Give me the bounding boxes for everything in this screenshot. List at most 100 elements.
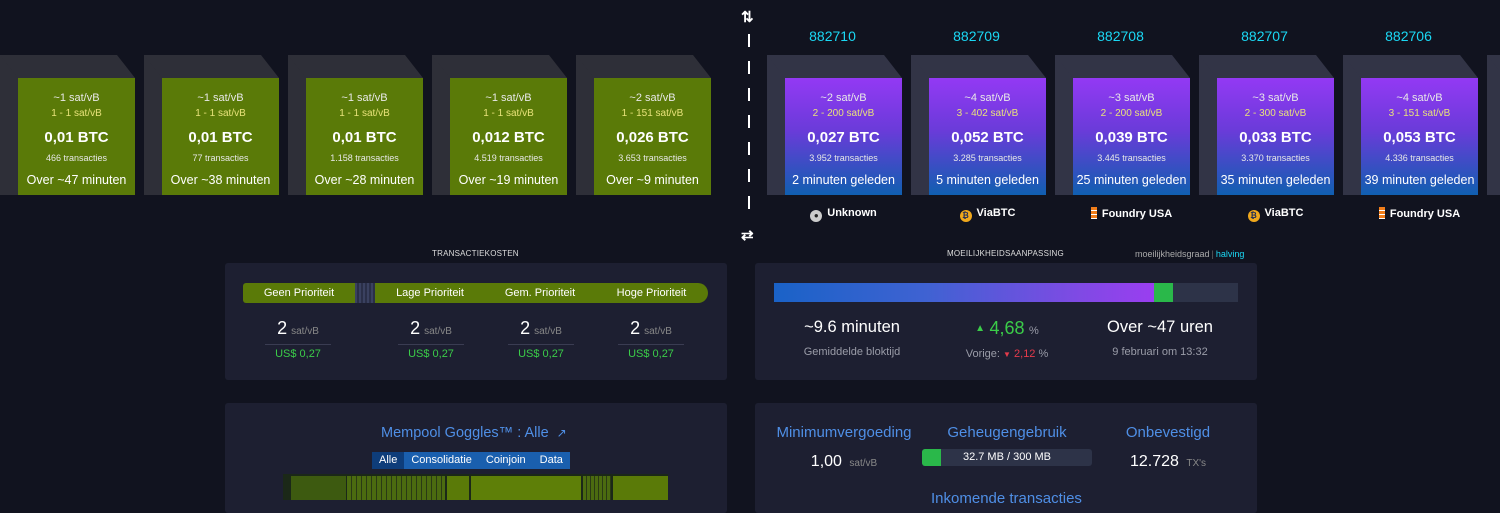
incoming-transactions-label: Inkomende transacties (931, 490, 1082, 507)
eta: Over ~19 minuten (458, 173, 559, 187)
fee-range: 3 - 402 sat/vB (956, 108, 1019, 119)
total-fees: 0,01 BTC (332, 129, 397, 146)
fee-range: 1 - 1 sat/vB (51, 108, 102, 119)
median-fee: ~2 sat/vB (820, 92, 867, 104)
block-face: ~2 sat/vB 2 - 200 sat/vB 0,027 BTC 3.952… (785, 78, 902, 195)
median-fee: ~4 sat/vB (964, 92, 1011, 104)
confirmed-block[interactable]: ~4 sat/vB 3 - 402 sat/vB 0,052 BTC 3.285… (911, 55, 1046, 195)
median-fee: ~4 sat/vB (1396, 92, 1443, 104)
confirmed-block[interactable]: ~4 sat/vB 3 - 151 sat/vB 0,053 BTC 4.336… (1343, 55, 1478, 195)
tab-consolidation[interactable]: Consolidatie (404, 452, 479, 469)
difficulty-links: moeilijkheidsgraad | halving (1135, 249, 1245, 259)
eta: Over ~28 minuten (314, 173, 415, 187)
eta: Over ~47 minuten (26, 173, 127, 187)
fee-range: 3 - 151 sat/vB (1388, 108, 1451, 119)
block-height-link[interactable]: 882709 (918, 28, 1035, 44)
tab-data[interactable]: Data (533, 452, 570, 469)
block-height-link[interactable]: 882707 (1206, 28, 1323, 44)
foundry-icon (1090, 207, 1097, 219)
block-face: ~1 sat/vB 1 - 1 sat/vB 0,01 BTC 466 tran… (18, 78, 135, 195)
mining-pool-link[interactable]: ₿ ViaBTC (1217, 207, 1334, 222)
total-fees: 0,039 BTC (1095, 129, 1168, 146)
median-fee: ~3 sat/vB (1252, 92, 1299, 104)
confirmed-block[interactable]: ~2 sat/vB 2 - 200 sat/vB 0,027 BTC 3.952… (767, 55, 902, 195)
foundry-icon (1378, 207, 1385, 219)
mining-pool-link[interactable]: ₿ ViaBTC (929, 207, 1046, 222)
confirmed-block-partial[interactable] (1487, 55, 1500, 195)
total-fees: 0,052 BTC (951, 129, 1024, 146)
total-fees: 0,01 BTC (188, 129, 253, 146)
mempool-block[interactable]: ~1 sat/vB 1 - 1 sat/vB 0,012 BTC 4.519 t… (432, 55, 567, 195)
total-fees: 0,012 BTC (472, 129, 545, 146)
fee-value-low: 2 sat/vB US$ 0,27 (386, 318, 476, 360)
fees-title: TRANSACTIEKOSTEN (432, 249, 519, 258)
toggle-view-icon[interactable]: ⇅ (741, 8, 754, 26)
difficulty-change: ▲ 4,68 % Vorige: ▼ 2,12 % (965, 318, 1049, 360)
mempool-block[interactable]: ~1 sat/vB 1 - 1 sat/vB 0,01 BTC 466 tran… (0, 55, 135, 195)
tab-coinjoin[interactable]: Coinjoin (479, 452, 533, 469)
swap-direction-icon[interactable]: ⇄ (741, 226, 754, 244)
tx-count: 4.336 transacties (1385, 153, 1454, 163)
tx-count: 3.653 transacties (618, 153, 687, 163)
block-age: 39 minuten geleden (1364, 173, 1475, 187)
memory-usage-stat: Geheugengebruik 32.7 MB / 300 MB (922, 424, 1092, 466)
mining-pool-link[interactable]: ● Unknown (785, 207, 902, 222)
tx-count: 3.445 transacties (1097, 153, 1166, 163)
block-face: ~2 sat/vB 1 - 151 sat/vB 0,026 BTC 3.653… (594, 78, 711, 195)
unconfirmed-stat: Onbevestigd 12.728 TX's (1125, 424, 1211, 470)
difficulty-ahead-fill (1154, 283, 1174, 302)
fee-value-high: 2 sat/vB US$ 0,27 (606, 318, 696, 360)
tx-count: 3.952 transacties (809, 153, 878, 163)
confirmed-block[interactable]: ~3 sat/vB 2 - 300 sat/vB 0,033 BTC 3.370… (1199, 55, 1334, 195)
total-fees: 0,033 BTC (1239, 129, 1312, 146)
total-fees: 0,026 BTC (616, 129, 689, 146)
block-face: ~1 sat/vB 1 - 1 sat/vB 0,01 BTC 1.158 tr… (306, 78, 423, 195)
total-fees: 0,053 BTC (1383, 129, 1456, 146)
block-height-link[interactable]: 882708 (1062, 28, 1179, 44)
memory-usage-bar: 32.7 MB / 300 MB (922, 449, 1092, 466)
mempool-block[interactable]: ~1 sat/vB 1 - 1 sat/vB 0,01 BTC 1.158 tr… (288, 55, 423, 195)
tab-all[interactable]: Alle (372, 452, 405, 469)
block-height-link[interactable]: 882706 (1350, 28, 1467, 44)
goggles-title[interactable]: Mempool Goggles™ : Alle ↗ (381, 425, 567, 441)
fee-value-medium: 2 sat/vB US$ 0,27 (496, 318, 586, 360)
fee-label-medium: Gem. Prioriteit (485, 283, 595, 303)
mempool-block[interactable]: ~2 sat/vB 1 - 151 sat/vB 0,026 BTC 3.653… (576, 55, 711, 195)
halving-link[interactable]: halving (1216, 249, 1245, 259)
mining-pool-link[interactable]: Foundry USA (1361, 207, 1478, 220)
eta: Over ~9 minuten (606, 173, 699, 187)
external-link-icon: ↗ (556, 426, 567, 440)
min-fee-stat: Minimumvergoeding 1,00 sat/vB (776, 424, 912, 470)
mining-pool-link[interactable]: Foundry USA (1073, 207, 1190, 220)
fee-range: 2 - 200 sat/vB (1100, 108, 1163, 119)
block-face: ~3 sat/vB 2 - 300 sat/vB 0,033 BTC 3.370… (1217, 78, 1334, 195)
confirmed-block[interactable]: ~3 sat/vB 2 - 200 sat/vB 0,039 BTC 3.445… (1055, 55, 1190, 195)
fee-bar-gap (355, 283, 375, 303)
next-adjustment: Over ~47 uren 9 februari om 13:32 (1107, 318, 1213, 358)
tx-count: 3.285 transacties (953, 153, 1022, 163)
difficulty-link[interactable]: moeilijkheidsgraad (1135, 249, 1210, 259)
total-fees: 0,01 BTC (44, 129, 109, 146)
fee-label-none: Geen Prioriteit (243, 283, 355, 303)
difficulty-title: MOEILIJKHEIDSAANPASSING (947, 249, 1064, 258)
block-age: 2 minuten geleden (792, 173, 895, 187)
total-fees: 0,027 BTC (807, 129, 880, 146)
fee-range: 1 - 1 sat/vB (339, 108, 390, 119)
block-age: 35 minuten geleden (1220, 173, 1331, 187)
mempool-treemap[interactable] (283, 474, 668, 500)
block-face: ~1 sat/vB 1 - 1 sat/vB 0,012 BTC 4.519 t… (450, 78, 567, 195)
mempool-block[interactable]: ~1 sat/vB 1 - 1 sat/vB 0,01 BTC 77 trans… (144, 55, 279, 195)
fee-range: 1 - 151 sat/vB (621, 108, 684, 119)
fee-value-none: 2 sat/vB US$ 0,27 (253, 318, 343, 360)
block-height-link[interactable]: 882710 (774, 28, 891, 44)
tx-count: 4.519 transacties (474, 153, 543, 163)
viabtc-icon: ₿ (959, 210, 972, 222)
fee-label-low: Lage Prioriteit (375, 283, 485, 303)
tx-count: 466 transacties (45, 153, 108, 163)
eta: Over ~38 minuten (170, 173, 271, 187)
block-face: ~3 sat/vB 2 - 200 sat/vB 0,039 BTC 3.445… (1073, 78, 1190, 195)
tx-count: 1.158 transacties (330, 153, 399, 163)
down-arrow-icon: ▼ (1003, 350, 1011, 359)
tx-count: 77 transacties (192, 153, 249, 163)
median-fee: ~3 sat/vB (1108, 92, 1155, 104)
